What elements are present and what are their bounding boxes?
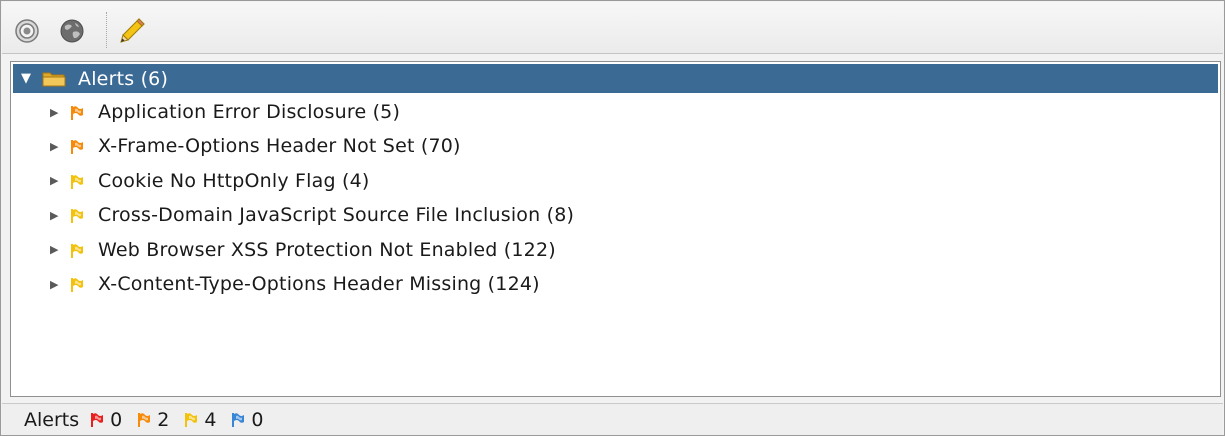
status-count-high[interactable]: 0 xyxy=(89,409,122,431)
status-alerts-label: Alerts xyxy=(24,408,80,431)
status-count-medium[interactable]: 2 xyxy=(136,409,169,431)
folder-icon xyxy=(42,69,68,89)
alert-item-label: Cross-Domain JavaScript Source File Incl… xyxy=(98,204,575,227)
flag-icon xyxy=(69,139,85,155)
flag-icon xyxy=(69,208,85,224)
target-icon xyxy=(15,19,39,43)
expand-triangle-icon[interactable]: ▶ xyxy=(50,174,58,187)
target-button[interactable] xyxy=(12,16,42,46)
expand-triangle-icon[interactable]: ▶ xyxy=(50,278,58,291)
alerts-panel: ▼ Alerts (6) ▶ Application Error Disclosu… xyxy=(0,0,1225,436)
flag-icon xyxy=(136,412,152,428)
toolbar-separator xyxy=(106,12,107,48)
flag-icon xyxy=(230,412,246,428)
expand-triangle-icon[interactable]: ▶ xyxy=(50,243,58,256)
flag-icon xyxy=(69,277,85,293)
status-count-low[interactable]: 4 xyxy=(183,409,216,431)
status-count-value: 0 xyxy=(251,408,264,431)
alerts-toolbar xyxy=(2,2,1223,54)
tree-root-label: Alerts (6) xyxy=(78,67,169,90)
collapse-triangle-icon[interactable]: ▼ xyxy=(21,72,33,85)
flag-icon xyxy=(69,105,85,121)
alert-item-label: Application Error Disclosure (5) xyxy=(98,101,401,123)
flag-icon xyxy=(183,412,199,428)
expand-triangle-icon[interactable]: ▶ xyxy=(50,140,58,153)
tree-root-alerts[interactable]: ▼ Alerts (6) xyxy=(13,64,1218,93)
alert-item-label: X-Frame-Options Header Not Set (70) xyxy=(98,135,461,158)
edit-button[interactable] xyxy=(117,16,147,46)
alert-item-label: Cookie No HttpOnly Flag (4) xyxy=(98,169,370,192)
flag-icon xyxy=(69,243,85,259)
status-count-value: 4 xyxy=(204,408,217,431)
status-count-value: 2 xyxy=(157,408,170,431)
alert-item-label: X-Content-Type-Options Header Missing (1… xyxy=(98,273,540,295)
alerts-tree: ▼ Alerts (6) ▶ Application Error Disclosu… xyxy=(10,61,1221,397)
status-count-informational[interactable]: 0 xyxy=(230,408,264,431)
flag-icon xyxy=(89,412,105,428)
status-bar: Alerts 0 2 4 0 xyxy=(2,403,1223,435)
status-count-value: 0 xyxy=(110,408,123,431)
pencil-icon xyxy=(120,18,145,43)
alert-item-label: Web Browser XSS Protection Not Enabled (… xyxy=(98,238,556,261)
expand-triangle-icon[interactable]: ▶ xyxy=(50,209,58,222)
flag-icon xyxy=(69,174,85,190)
expand-triangle-icon[interactable]: ▶ xyxy=(50,106,58,119)
globe-icon xyxy=(60,19,84,43)
globe-button[interactable] xyxy=(57,16,87,46)
